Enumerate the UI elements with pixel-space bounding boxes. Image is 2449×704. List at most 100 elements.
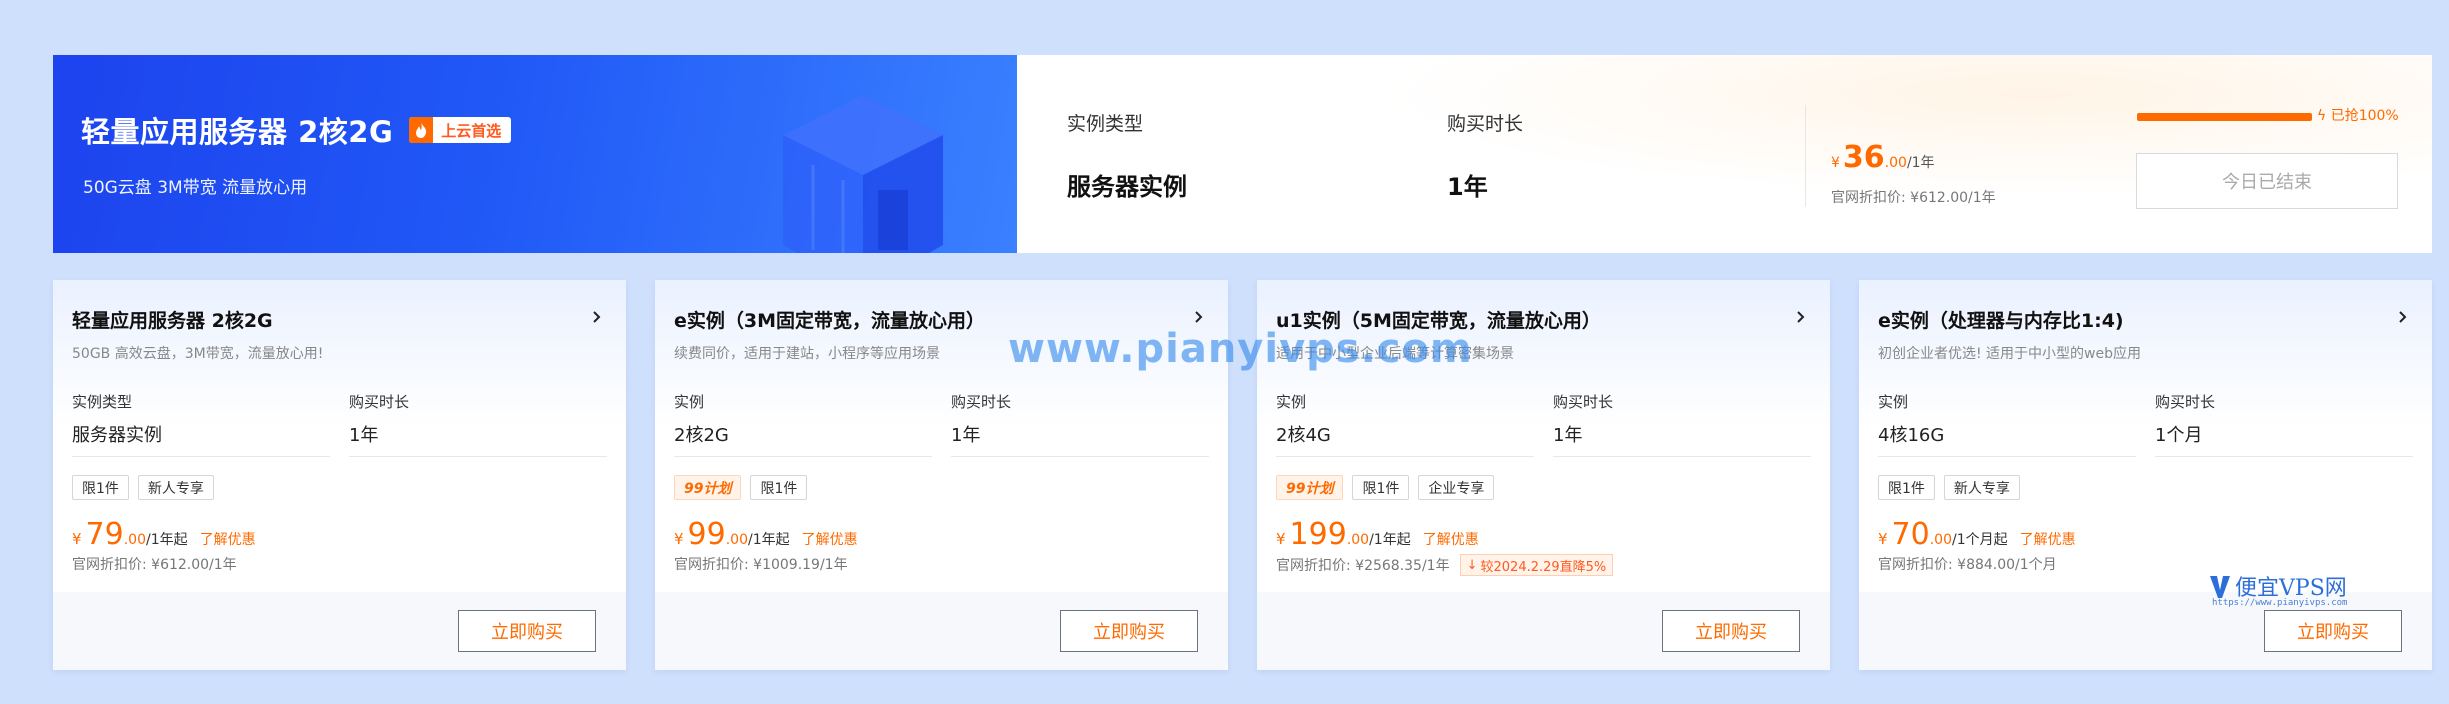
buy-now-button[interactable]: 立即购买 <box>1060 610 1198 652</box>
hero-official-price: 官网折扣价: ¥612.00/1年 <box>1831 190 1996 206</box>
spec-instance-label: 实例 <box>1878 393 1909 411</box>
price-integer: 99 <box>687 517 726 552</box>
card-subtitle: 初创企业者优选! 适用于中小型的web应用 <box>1878 346 2142 362</box>
price-drop-badge: ↓ 较2024.2.29直降5% <box>1459 554 1614 576</box>
hero-spec-type-value[interactable]: 服务器实例 <box>1067 167 1187 202</box>
price-currency: ¥ <box>1276 530 1286 548</box>
limit-tag: 限1件 <box>1878 475 1935 500</box>
ended-today-button[interactable]: 今日已结束 <box>2136 153 2398 209</box>
spec-instance-label: 实例 <box>1276 393 1307 411</box>
card-price: ¥ 79 .00 /1年起 了解优惠 <box>72 517 256 552</box>
spec-type-value[interactable]: 服务器实例 <box>72 421 162 447</box>
spec-duration-label: 购买时长 <box>951 393 1012 411</box>
site-watermark: www.pianyivps.com <box>1008 326 1473 372</box>
price-currency: ¥ <box>1878 530 1888 548</box>
fire-icon <box>409 117 434 143</box>
promo-link[interactable]: 了解优惠 <box>200 529 256 549</box>
tag-list: 限1件 新人专享 <box>72 475 214 500</box>
spec-type-label: 实例类型 <box>72 393 133 411</box>
hero-spec-duration-value[interactable]: 1年 <box>1447 167 1488 202</box>
price-unit: /1年起 <box>748 532 790 548</box>
spec-duration-value[interactable]: 1年 <box>349 421 378 447</box>
card-title[interactable]: e实例（处理器与内存比1:4) <box>1878 306 2124 333</box>
buy-now-button[interactable]: 立即购买 <box>1662 610 1800 652</box>
promo-link[interactable]: 了解优惠 <box>2020 529 2076 549</box>
hero-spec-duration-label: 购买时长 <box>1447 113 1524 135</box>
plan-99-tag: 99计划 <box>1276 475 1344 500</box>
stock-progress-label: 已抢100% <box>2330 108 2399 124</box>
official-price-row: 官网折扣价: ¥884.00/1个月 <box>1878 554 2057 574</box>
tag-list: 99计划 限1件 <box>674 475 808 500</box>
chevron-right-icon[interactable] <box>1794 306 1808 328</box>
price-integer: 70 <box>1891 517 1930 552</box>
buy-now-button[interactable]: 立即购买 <box>2264 610 2402 652</box>
lightning-icon: ϟ <box>2317 108 2327 124</box>
chevron-right-icon[interactable] <box>2396 306 2410 328</box>
hero-badge: 上云首选 <box>409 117 512 143</box>
price-decimal: .00 <box>1346 532 1370 548</box>
spec-duration-underline <box>951 456 1209 457</box>
product-card-1[interactable]: 轻量应用服务器 2核2G 50GB 高效云盘，3M带宽，流量放心用! 实例类型 … <box>53 280 626 670</box>
price-integer: 79 <box>85 517 124 552</box>
chevron-right-icon[interactable] <box>590 306 604 328</box>
hero-price-decimal: .00 <box>1884 155 1907 171</box>
stock-progress-text: ϟ 已抢100% <box>2317 105 2399 125</box>
hero-price-unit: /1年 <box>1906 155 1935 171</box>
spec-duration-value[interactable]: 1个月 <box>2155 421 2202 447</box>
buy-now-button[interactable]: 立即购买 <box>458 610 596 652</box>
arrow-down-icon: ↓ <box>1466 557 1478 573</box>
stock-progress-fill <box>2137 113 2312 121</box>
card-title[interactable]: e实例（3M固定带宽，流量放心用） <box>674 306 985 333</box>
spec-duration-value[interactable]: 1年 <box>1553 421 1582 447</box>
server-box-illustration <box>783 95 943 253</box>
card-price: ¥ 199 .00 /1年起 了解优惠 <box>1276 517 1479 552</box>
official-price: 官网折扣价: ¥2568.35/1年 <box>1276 558 1450 574</box>
card-price: ¥ 99 .00 /1年起 了解优惠 <box>674 517 858 552</box>
price-decimal: .00 <box>1929 532 1952 548</box>
hero-purchase-panel: 实例类型 服务器实例 购买时长 1年 ¥ 36 .00 /1年 官网折扣价: ¥… <box>1017 55 2432 253</box>
card-price: ¥ 70 .00 /1个月起 了解优惠 <box>1878 517 2076 552</box>
chevron-right-icon[interactable] <box>1192 306 1206 328</box>
hero-subtitle: 50G云盘 3M带宽 流量放心用 <box>83 178 308 198</box>
price-unit: /1年起 <box>146 532 188 548</box>
hero-spec-type-label: 实例类型 <box>1067 113 1144 135</box>
price-unit: /1年起 <box>1369 532 1411 548</box>
spec-instance-underline <box>1276 456 1534 457</box>
official-price-row: 官网折扣价: ¥612.00/1年 <box>72 554 237 574</box>
spec-duration-value[interactable]: 1年 <box>951 421 980 447</box>
hero-divider <box>1805 105 1806 207</box>
official-price-row: 官网折扣价: ¥2568.35/1年 ↓ 较2024.2.29直降5% <box>1276 554 1614 576</box>
limit-tag: 限1件 <box>1352 475 1410 500</box>
hero-badge-label: 上云首选 <box>441 121 502 140</box>
hero-price: ¥ 36 .00 /1年 <box>1831 140 1935 175</box>
promo-link[interactable]: 了解优惠 <box>1423 529 1479 549</box>
official-price: 官网折扣价: ¥1009.19/1年 <box>674 557 848 573</box>
price-decimal: .00 <box>725 532 748 548</box>
hero-price-currency: ¥ <box>1831 155 1840 171</box>
plan-99-tag: 99计划 <box>674 475 742 500</box>
card-title[interactable]: 轻量应用服务器 2核2G <box>72 306 273 333</box>
official-price: 官网折扣价: ¥884.00/1个月 <box>1878 557 2057 573</box>
spec-duration-underline <box>2155 456 2413 457</box>
official-price-row: 官网折扣价: ¥1009.19/1年 <box>674 554 848 574</box>
newcomer-tag: 新人专享 <box>137 475 214 500</box>
card-subtitle: 50GB 高效云盘，3M带宽，流量放心用! <box>72 346 324 362</box>
promo-link[interactable]: 了解优惠 <box>802 529 858 549</box>
official-price: 官网折扣价: ¥612.00/1年 <box>72 557 237 573</box>
spec-instance-value[interactable]: 2核2G <box>674 421 729 447</box>
spec-duration-label: 购买时长 <box>349 393 410 411</box>
price-integer: 199 <box>1289 517 1347 552</box>
hero-title: 轻量应用服务器 2核2G <box>81 115 394 149</box>
product-card-4[interactable]: e实例（处理器与内存比1:4) 初创企业者优选! 适用于中小型的web应用 实例… <box>1859 280 2432 670</box>
spec-instance-underline <box>1878 456 2136 457</box>
price-decimal: .00 <box>123 532 146 548</box>
hero-promo-panel[interactable]: 轻量应用服务器 2核2G 上云首选 50G云盘 3M带宽 流量放心用 <box>53 55 1017 253</box>
spec-instance-underline <box>674 456 932 457</box>
spec-instance-value[interactable]: 4核16G <box>1878 421 1944 447</box>
price-currency: ¥ <box>72 530 82 548</box>
hero-price-integer: 36 <box>1842 140 1885 175</box>
tag-list: 限1件 新人专享 <box>1878 475 2020 500</box>
price-unit: /1个月起 <box>1952 532 2008 548</box>
spec-instance-value[interactable]: 2核4G <box>1276 421 1331 447</box>
card-subtitle: 续费同价，适用于建站，小程序等应用场景 <box>674 346 940 362</box>
